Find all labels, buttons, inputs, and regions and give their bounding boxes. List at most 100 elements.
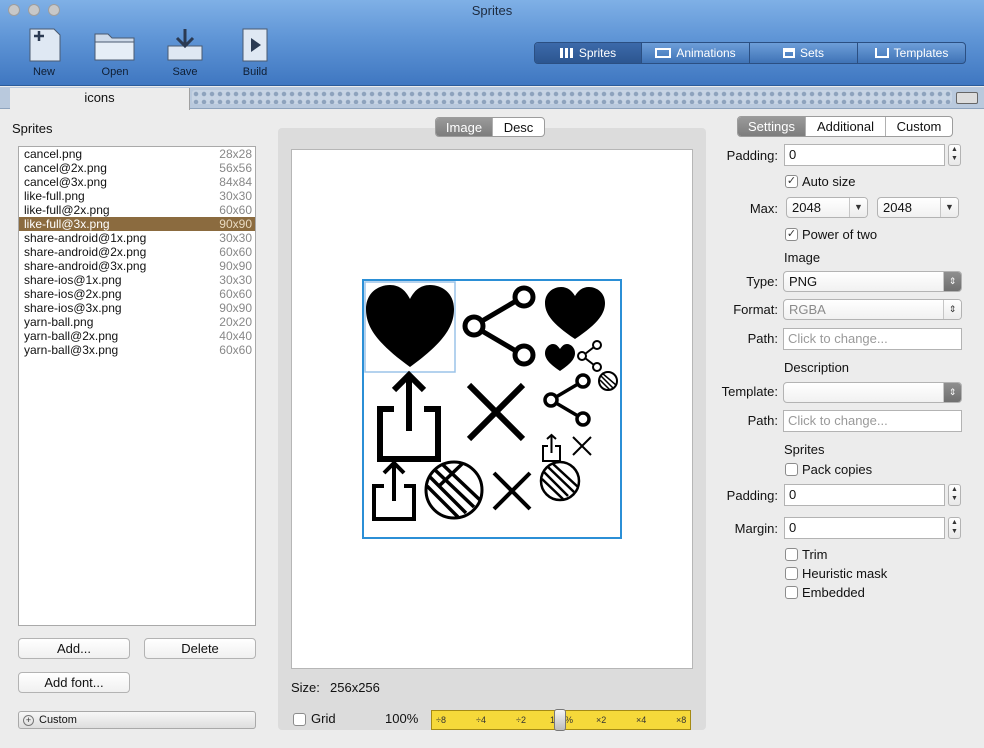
tab-settings[interactable]: Settings bbox=[738, 117, 806, 136]
grid-checkbox[interactable] bbox=[293, 713, 306, 726]
sprite-name: share-ios@3x.png bbox=[24, 301, 122, 315]
sprite-name: like-full@2x.png bbox=[24, 203, 110, 217]
sprite-size: 56x56 bbox=[219, 161, 252, 175]
sprite-name: share-android@2x.png bbox=[24, 245, 147, 259]
sprite-name: share-android@3x.png bbox=[24, 259, 147, 273]
cancel-large-icon bbox=[466, 382, 526, 442]
auto-size-label: Auto size bbox=[802, 174, 856, 189]
tab-custom[interactable]: Custom bbox=[886, 117, 952, 136]
sprite-name: cancel@3x.png bbox=[24, 175, 107, 189]
template-select[interactable]: ⇕ bbox=[783, 382, 962, 403]
margin-field[interactable]: 0 bbox=[784, 517, 945, 539]
sprite-name: yarn-ball.png bbox=[24, 315, 94, 329]
window-title: Sprites bbox=[471, 3, 513, 18]
sprite-size: 30x30 bbox=[219, 189, 252, 203]
list-item[interactable]: cancel.png 28x28 bbox=[19, 147, 255, 161]
mode-animations-label: Animations bbox=[676, 46, 736, 60]
stack-icon bbox=[782, 48, 795, 58]
delete-sprite-button[interactable]: Delete bbox=[144, 638, 256, 659]
sprites-list[interactable]: cancel.png 28x28 cancel@2x.png 56x56 cancel@… bbox=[18, 146, 256, 626]
sprite-size: 30x30 bbox=[219, 273, 252, 287]
share-android-large-icon bbox=[462, 285, 536, 367]
tab-additional[interactable]: Additional bbox=[806, 117, 886, 136]
zoom-tick: ×8 bbox=[676, 715, 687, 725]
pack-copies-checkbox[interactable] bbox=[785, 463, 798, 476]
new-button[interactable]: New bbox=[16, 26, 72, 78]
zoom-value: 100% bbox=[385, 711, 419, 726]
tab-image[interactable]: Image bbox=[436, 118, 493, 136]
list-item[interactable]: cancel@3x.png 84x84 bbox=[19, 175, 255, 189]
format-value: RGBA bbox=[789, 302, 826, 317]
trim-checkbox[interactable] bbox=[785, 548, 798, 561]
format-select[interactable]: RGBA ⇕ bbox=[783, 299, 962, 320]
list-item[interactable]: share-android@3x.png 90x90 bbox=[19, 259, 255, 273]
zoom-slider-knob[interactable] bbox=[554, 709, 566, 731]
list-item[interactable]: like-full@3x.png 90x90 bbox=[19, 217, 255, 231]
list-item[interactable]: like-full@2x.png 60x60 bbox=[19, 203, 255, 217]
toolbar: Sprites New Open Save Build Sprites Anim… bbox=[0, 0, 984, 86]
padding-label: Padding: bbox=[726, 148, 778, 163]
padding-field[interactable]: 0 bbox=[784, 144, 945, 166]
list-item[interactable]: share-ios@3x.png 90x90 bbox=[19, 301, 255, 315]
save-button[interactable]: Save bbox=[157, 26, 213, 78]
heuristic-mask-label: Heuristic mask bbox=[802, 566, 888, 581]
share-ios-large-icon bbox=[377, 370, 441, 462]
new-document-icon bbox=[29, 28, 61, 62]
list-item[interactable]: yarn-ball.png 20x20 bbox=[19, 315, 255, 329]
type-label: Type: bbox=[746, 274, 778, 289]
list-item[interactable]: share-android@2x.png 60x60 bbox=[19, 245, 255, 259]
embedded-checkbox[interactable] bbox=[785, 586, 798, 599]
add-sprite-button[interactable]: Add... bbox=[18, 638, 130, 659]
list-item[interactable]: share-ios@1x.png 30x30 bbox=[19, 273, 255, 287]
pack-copies-label: Pack copies bbox=[802, 462, 873, 477]
list-item[interactable]: share-ios@2x.png 60x60 bbox=[19, 287, 255, 301]
mode-sprites[interactable]: Sprites bbox=[535, 43, 642, 63]
chevron-down-icon: ▼ bbox=[849, 198, 867, 217]
max-height-combo[interactable]: 2048 ▼ bbox=[877, 197, 959, 218]
list-item[interactable]: yarn-ball@3x.png 60x60 bbox=[19, 343, 255, 357]
mode-templates[interactable]: Templates bbox=[858, 43, 965, 63]
settings-tabs: Settings Additional Custom bbox=[737, 116, 953, 137]
list-item[interactable]: like-full.png 30x30 bbox=[19, 189, 255, 203]
max-height-value: 2048 bbox=[883, 200, 912, 215]
padding-stepper[interactable]: ▲ ▼ bbox=[948, 144, 961, 166]
mode-sets[interactable]: Sets bbox=[750, 43, 858, 63]
type-select[interactable]: PNG ⇕ bbox=[783, 271, 962, 292]
keyboard-icon[interactable] bbox=[956, 92, 978, 104]
auto-size-checkbox[interactable]: ✓ bbox=[785, 175, 798, 188]
build-button[interactable]: Build bbox=[227, 26, 283, 78]
cancel-small-icon bbox=[572, 436, 592, 456]
list-item[interactable]: cancel@2x.png 56x56 bbox=[19, 161, 255, 175]
heuristic-mask-checkbox[interactable] bbox=[785, 567, 798, 580]
mode-animations[interactable]: Animations bbox=[642, 43, 750, 63]
grid-label: Grid bbox=[311, 711, 336, 726]
mode-sets-label: Sets bbox=[799, 46, 824, 60]
document-tab-icons[interactable]: icons bbox=[10, 88, 190, 110]
sprite-size: 30x30 bbox=[219, 231, 252, 245]
sprite-size: 20x20 bbox=[219, 315, 252, 329]
add-font-button[interactable]: Add font... bbox=[18, 672, 130, 693]
zoom-slider[interactable]: ÷8 ÷4 ÷2 100% ×2 ×4 ×8 bbox=[431, 709, 691, 731]
sprite-atlas[interactable] bbox=[362, 279, 622, 539]
tab-strip-empty-area bbox=[192, 90, 952, 104]
open-label: Open bbox=[101, 66, 129, 78]
trim-label: Trim bbox=[802, 547, 828, 562]
mode-switcher: Sprites Animations Sets Templates bbox=[534, 42, 966, 64]
sprites-section-title: Sprites bbox=[784, 442, 825, 457]
desc-path-field[interactable]: Click to change... bbox=[783, 410, 962, 432]
tab-desc[interactable]: Desc bbox=[493, 118, 544, 136]
sprites-padding-field[interactable]: 0 bbox=[784, 484, 945, 506]
sprites-padding-stepper[interactable]: ▲ ▼ bbox=[948, 484, 961, 506]
max-width-combo[interactable]: 2048 ▼ bbox=[786, 197, 868, 218]
custom-disclosure[interactable]: + Custom bbox=[18, 711, 256, 729]
power-of-two-checkbox[interactable]: ✓ bbox=[785, 228, 798, 241]
max-width-value: 2048 bbox=[792, 200, 821, 215]
margin-stepper[interactable]: ▲ ▼ bbox=[948, 517, 961, 539]
open-button[interactable]: Open bbox=[87, 26, 143, 78]
zoom-tick: ÷2 bbox=[516, 715, 526, 725]
list-item[interactable]: yarn-ball@2x.png 40x40 bbox=[19, 329, 255, 343]
list-item[interactable]: share-android@1x.png 30x30 bbox=[19, 231, 255, 245]
mode-templates-label: Templates bbox=[893, 46, 949, 60]
heart-large-icon bbox=[366, 285, 454, 367]
image-path-field[interactable]: Click to change... bbox=[783, 328, 962, 350]
